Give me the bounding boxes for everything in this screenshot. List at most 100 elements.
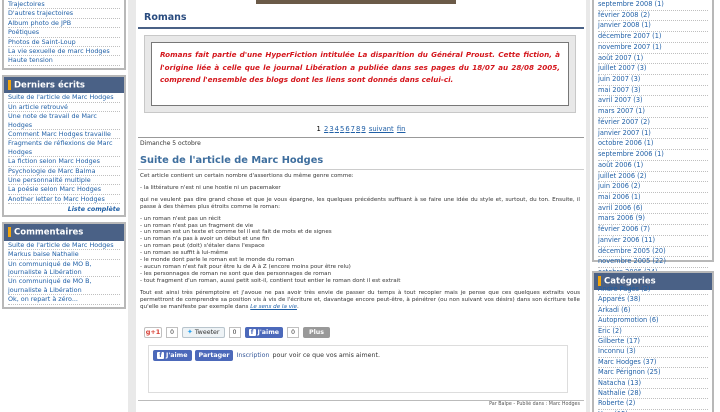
derniers-ecrits-link[interactable]: La fiction selon Marc Hodges — [8, 157, 100, 165]
derniers-ecrits-link[interactable]: Une personnalité multiple — [8, 176, 91, 184]
archive-link[interactable]: novembre 2007 (1) — [598, 43, 662, 51]
pager-page-link[interactable]: 5 — [340, 125, 344, 133]
commentaire-item: Suite de l'article de Marc Hodges — [8, 241, 120, 251]
archive-link[interactable]: avril 2006 (6) — [598, 204, 643, 212]
pager-end-link[interactable]: fin — [397, 125, 406, 133]
commentaire-link[interactable]: Un communiqué de MO B, journaliste à Lib… — [8, 260, 92, 276]
facebook-like-button[interactable]: f J'aime — [244, 326, 284, 338]
derniers-ecrits-link[interactable]: La poésie selon Marc Hodges — [8, 185, 101, 193]
le-sens-de-la-vie-link[interactable]: Le sens de la vie — [250, 304, 297, 310]
post-paragraph: qui ne veulent pas dire grand chose et q… — [140, 196, 580, 210]
archives-list: septembre 2008 (1) février 2008 (2) janvie… — [594, 0, 712, 290]
pager-page-link[interactable]: 9 — [361, 125, 365, 133]
trajectoires-item: D'autres trajectoires — [8, 9, 120, 19]
archive-link[interactable]: juillet 2007 (3) — [598, 64, 646, 72]
archive-link[interactable]: février 2006 (7) — [598, 225, 650, 233]
archive-link[interactable]: décembre 2007 (1) — [598, 32, 661, 40]
derniers-ecrits-link[interactable]: Fragments de réflexions de Marc Hodges — [8, 139, 113, 155]
archive-link[interactable]: septembre 2008 (1) — [598, 0, 664, 8]
liste-complete-link[interactable]: Liste complète — [68, 206, 120, 213]
archive-link[interactable]: avril 2007 (3) — [598, 96, 643, 104]
archive-link[interactable]: mai 2006 (1) — [598, 193, 641, 201]
archive-link[interactable]: juin 2006 (2) — [598, 182, 640, 190]
archive-link[interactable]: mars 2007 (1) — [598, 107, 645, 115]
pager-page-link[interactable]: 2 — [324, 125, 328, 133]
derniers-ecrits-item: La poésie selon Marc Hodges — [8, 185, 120, 195]
category-link[interactable]: Roberte (2) — [598, 399, 635, 407]
category-link[interactable]: Apparés (38) — [598, 295, 641, 303]
derniers-ecrits-item: Un article retrouvé — [8, 103, 120, 113]
plus-button[interactable]: Plus — [303, 326, 331, 338]
archive-link[interactable]: juin 2007 (3) — [598, 75, 640, 83]
trajectoires-link[interactable]: Photos de Saint-Loup — [8, 38, 76, 46]
pager-page-link[interactable]: 3 — [329, 125, 333, 133]
trajectoires-link[interactable]: Trajectoires — [8, 0, 45, 8]
pager-page-link[interactable]: 6 — [345, 125, 349, 133]
archive-link[interactable]: juillet 2006 (2) — [598, 172, 646, 180]
post-paragraph: Tout est ainsi très péremptoire et j'avo… — [140, 289, 580, 310]
derniers-ecrits-link[interactable]: Suite de l'article de Marc Hodges — [8, 93, 114, 101]
category-link[interactable]: André Pagès (2) — [598, 285, 650, 293]
facebook-text: pour voir ce que vos amis aiment. — [272, 352, 380, 359]
category-link[interactable]: Natacha (13) — [598, 379, 641, 387]
derniers-ecrits-link[interactable]: Psychologie de Marc Balma — [8, 167, 96, 175]
commentaire-link[interactable]: Un communiqué de MO B, journaliste à Lib… — [8, 277, 92, 293]
archive-link[interactable]: février 2008 (2) — [598, 11, 650, 19]
top-banner — [256, 0, 456, 4]
intro-text: Romans fait partie d'une HyperFiction in… — [160, 50, 560, 85]
facebook-share-button[interactable]: Partager — [194, 350, 234, 361]
category-link[interactable]: Autopromotion (6) — [598, 316, 659, 324]
facebook-row: f J'aime Partager Inscription pour voir c… — [153, 350, 563, 361]
commentaire-link[interactable]: Suite de l'article de Marc Hodges — [8, 241, 114, 249]
archive-item: mai 2007 (3) — [598, 86, 708, 97]
pager-page-link[interactable]: 4 — [335, 125, 339, 133]
trajectoires-link[interactable]: Haute tension — [8, 56, 53, 64]
commentaire-link[interactable]: Ok, on repart à zéro... — [8, 295, 78, 303]
archive-item: juin 2007 (3) — [598, 75, 708, 86]
pager-page-link[interactable]: 8 — [356, 125, 360, 133]
archive-link[interactable]: février 2007 (2) — [598, 118, 650, 126]
category-link[interactable]: Éric (2) — [598, 327, 622, 335]
archive-link[interactable]: septembre 2006 (1) — [598, 150, 664, 158]
archive-link[interactable]: janvier 2007 (1) — [598, 129, 651, 137]
trajectoires-link[interactable]: La vie sexuelle de marc Hodges — [8, 47, 110, 55]
tweet-button[interactable]: ✦ Tweeter — [182, 326, 225, 338]
facebook-like-button[interactable]: f J'aime — [153, 350, 192, 361]
derniers-ecrits-item: La fiction selon Marc Hodges — [8, 157, 120, 167]
archive-link[interactable]: mai 2007 (3) — [598, 86, 641, 94]
commentaire-link[interactable]: Markus baise Nathalie — [8, 250, 79, 258]
google-plus-button[interactable]: g+1 — [144, 326, 162, 338]
trajectoires-link[interactable]: Album photo de JPB — [8, 19, 71, 27]
archive-link[interactable]: août 2007 (1) — [598, 54, 643, 62]
category-item: Gilberte (17) — [598, 337, 708, 348]
trajectoires-item: La vie sexuelle de marc Hodges — [8, 47, 120, 57]
pager-page-link[interactable]: 7 — [351, 125, 355, 133]
archive-link[interactable]: décembre 2005 (20) — [598, 247, 666, 255]
derniers-ecrits-link[interactable]: Un article retrouvé — [8, 103, 68, 111]
archive-link[interactable]: novembre 2005 (22) — [598, 257, 666, 265]
archive-link[interactable]: octobre 2006 (1) — [598, 139, 653, 147]
commentaires-box: Suite de l'article de Marc Hodges Markus … — [2, 240, 126, 309]
archive-link[interactable]: janvier 2008 (1) — [598, 21, 651, 29]
post-date: Dimanche 5 octobre — [140, 140, 201, 147]
category-link[interactable]: Gilberte (17) — [598, 337, 640, 345]
category-link[interactable]: Inconnu (3) — [598, 347, 636, 355]
category-link[interactable]: Marc Pérignon (25) — [598, 368, 661, 376]
commentaires-header: Commentaires — [2, 222, 126, 241]
footer-divider — [138, 400, 584, 401]
trajectoires-item: Haute tension — [8, 56, 120, 66]
category-link[interactable]: Marc Hodges (37) — [598, 358, 657, 366]
derniers-ecrits-link[interactable]: Comment Marc Hodges travaille — [8, 130, 111, 138]
archive-link[interactable]: janvier 2006 (11) — [598, 236, 655, 244]
derniers-ecrits-link[interactable]: Another letter to Marc Hodges — [8, 195, 105, 203]
category-link[interactable]: Nathalie (28) — [598, 389, 641, 397]
derniers-ecrits-link[interactable]: Une note de travail de Marc Hodges — [8, 112, 97, 128]
post-list: - un roman n'est pas un récit - un roman … — [140, 216, 580, 285]
facebook-signup-link[interactable]: Inscription — [236, 352, 269, 359]
category-link[interactable]: Arkadi (6) — [598, 306, 630, 314]
archive-link[interactable]: mars 2006 (9) — [598, 214, 645, 222]
pager-next-link[interactable]: suivant — [369, 125, 394, 133]
archive-link[interactable]: août 2006 (1) — [598, 161, 643, 169]
trajectoires-link[interactable]: Poétiques — [8, 28, 39, 36]
trajectoires-link[interactable]: D'autres trajectoires — [8, 9, 73, 17]
